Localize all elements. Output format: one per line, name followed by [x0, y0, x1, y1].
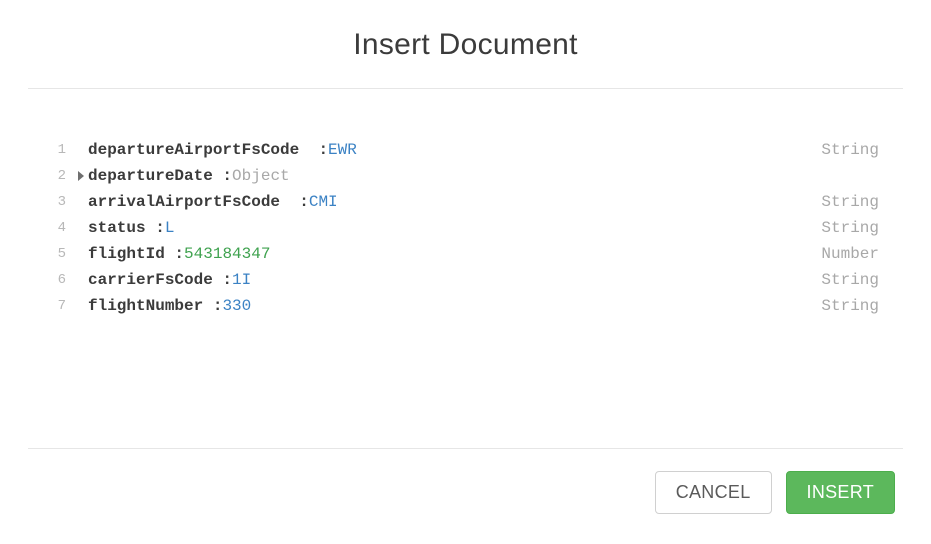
field-value[interactable]: 543184347 [184, 241, 270, 267]
field-row[interactable]: 3 arrivalAirportFsCode : CMI String [40, 189, 891, 215]
field-value[interactable]: Object [232, 163, 290, 189]
line-number: 5 [40, 241, 66, 267]
line-number: 1 [40, 137, 66, 163]
field-separator: : [222, 163, 232, 189]
field-key[interactable]: departureAirportFsCode [88, 137, 309, 163]
line-number: 6 [40, 267, 66, 293]
field-separator: : [174, 241, 184, 267]
expand-gutter[interactable] [66, 171, 88, 181]
field-type[interactable]: String [821, 267, 891, 293]
field-type[interactable]: String [821, 293, 891, 319]
field-separator: : [155, 215, 165, 241]
field-type[interactable]: String [821, 189, 891, 215]
field-value[interactable]: EWR [328, 137, 357, 163]
field-separator: : [213, 293, 223, 319]
chevron-right-icon[interactable] [78, 171, 84, 181]
cancel-button[interactable]: CANCEL [655, 471, 772, 514]
field-row[interactable]: 2 departureDate : Object [40, 163, 891, 189]
field-type[interactable]: String [821, 137, 891, 163]
field-row[interactable]: 1 departureAirportFsCode : EWR String [40, 137, 891, 163]
field-key[interactable]: flightNumber [88, 293, 213, 319]
dialog-footer: CANCEL INSERT [0, 449, 931, 544]
field-value[interactable]: 1I [232, 267, 251, 293]
field-row[interactable]: 5 flightId : 543184347 Number [40, 241, 891, 267]
field-type[interactable]: Number [821, 241, 891, 267]
line-number: 2 [40, 163, 66, 189]
insert-button[interactable]: INSERT [786, 471, 895, 514]
field-row[interactable]: 6 carrierFsCode : 1I String [40, 267, 891, 293]
field-key[interactable]: carrierFsCode [88, 267, 222, 293]
field-separator: : [290, 189, 309, 215]
field-value[interactable]: 330 [222, 293, 251, 319]
field-key[interactable]: arrivalAirportFsCode [88, 189, 290, 215]
field-key[interactable]: flightId [88, 241, 174, 267]
field-separator: : [309, 137, 328, 163]
field-value[interactable]: CMI [309, 189, 338, 215]
field-value[interactable]: L [165, 215, 175, 241]
field-key[interactable]: departureDate [88, 163, 222, 189]
line-number: 3 [40, 189, 66, 215]
field-separator: : [222, 267, 232, 293]
document-editor[interactable]: 1 departureAirportFsCode : EWR String 2 … [0, 89, 931, 448]
field-key[interactable]: status [88, 215, 155, 241]
dialog-title: Insert Document [0, 0, 931, 88]
line-number: 7 [40, 293, 66, 319]
field-row[interactable]: 4 status : L String [40, 215, 891, 241]
field-type[interactable]: String [821, 215, 891, 241]
field-row[interactable]: 7 flightNumber : 330 String [40, 293, 891, 319]
line-number: 4 [40, 215, 66, 241]
